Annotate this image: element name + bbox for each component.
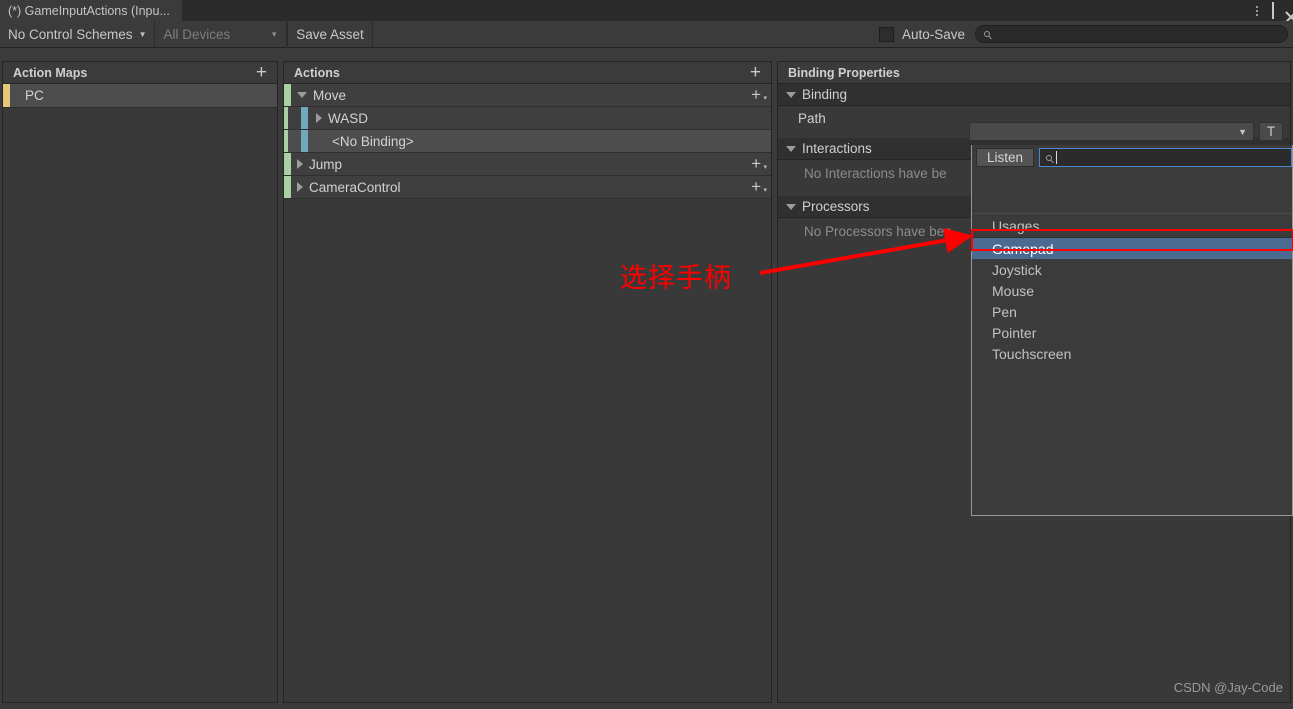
action-accent (284, 153, 291, 175)
chevron-down-icon: ▼ (138, 29, 147, 39)
window-tab[interactable]: (*) GameInputActions (Inpu... (0, 0, 182, 21)
path-text-mode-button[interactable]: T (1259, 122, 1283, 141)
add-binding-button[interactable]: + ▾ (751, 155, 771, 172)
action-accent (284, 84, 291, 106)
maximize-icon[interactable] (1272, 2, 1274, 19)
chevron-down-icon: ▼ (270, 29, 279, 39)
chevron-right-icon[interactable] (316, 113, 322, 123)
binding-properties-title: Binding Properties (788, 65, 900, 80)
listen-button[interactable]: Listen (976, 148, 1034, 167)
binding-accent (301, 130, 308, 152)
popup-item-joystick[interactable]: Joystick (972, 259, 1292, 280)
chevron-right-icon[interactable] (297, 182, 303, 192)
action-label: Move (313, 87, 347, 103)
main-toolbar: No Control Schemes ▼ All Devices ▼ Save … (0, 20, 1293, 48)
binding-properties-header: Binding Properties (778, 62, 1290, 84)
binding-section-header[interactable]: Binding (778, 84, 1290, 106)
popup-item-pen[interactable]: Pen (972, 301, 1292, 322)
listen-button-label: Listen (986, 150, 1024, 165)
binding-accent (301, 107, 308, 129)
popup-item-pointer[interactable]: Pointer (972, 322, 1292, 343)
action-row-cameracontrol[interactable]: CameraControl + ▾ (284, 176, 771, 199)
chevron-right-icon[interactable] (297, 159, 303, 169)
action-accent (284, 176, 291, 198)
binding-row-no-binding[interactable]: <No Binding> (284, 130, 771, 153)
auto-save-toggle[interactable]: Auto-Save (873, 21, 975, 48)
chevron-down-icon: ▼ (1238, 126, 1247, 137)
action-map-accent (3, 84, 10, 107)
action-map-label: PC (25, 88, 44, 103)
popup-toolbar: Listen (972, 145, 1292, 170)
action-row-jump[interactable]: Jump + ▾ (284, 153, 771, 176)
interactions-section-label: Interactions (802, 141, 872, 156)
actions-title: Actions (294, 65, 340, 80)
chevron-down-icon (786, 91, 796, 98)
save-asset-button[interactable]: Save Asset (287, 20, 373, 48)
add-action-map-button[interactable]: + (252, 63, 271, 82)
chevron-down-icon (786, 203, 796, 210)
auto-save-checkbox[interactable] (878, 26, 894, 42)
action-maps-panel: Action Maps + PC (2, 61, 278, 703)
control-schemes-label: No Control Schemes (8, 26, 133, 42)
binding-label: WASD (328, 110, 368, 126)
action-maps-header: Action Maps + (3, 62, 277, 84)
search-icon (984, 31, 990, 37)
popup-group-usages: Usages (972, 213, 1292, 238)
devices-dropdown[interactable]: All Devices ▼ (155, 20, 288, 48)
kebab-menu-icon[interactable] (1253, 5, 1261, 16)
toolbar-search-input[interactable] (975, 25, 1288, 43)
chevron-down-icon (786, 145, 796, 152)
binding-label: <No Binding> (332, 133, 414, 149)
popup-item-touchscreen[interactable]: Touchscreen (972, 343, 1292, 364)
actions-header: Actions + (284, 62, 771, 84)
popup-search-input[interactable] (1039, 148, 1292, 167)
t-button-label: T (1266, 124, 1276, 139)
path-label: Path (798, 110, 826, 126)
action-label: Jump (309, 156, 343, 172)
devices-label: All Devices (163, 26, 231, 42)
window-controls (1253, 0, 1289, 21)
path-dropdown[interactable]: ▼ (969, 122, 1254, 141)
binding-section-label: Binding (802, 87, 848, 102)
annotation-arrow-icon (760, 227, 973, 275)
action-maps-title: Action Maps (13, 65, 88, 80)
annotation-text: 选择手柄 (620, 263, 732, 294)
add-action-button[interactable]: + (746, 63, 765, 82)
chevron-down-icon[interactable] (297, 92, 307, 98)
action-map-item-pc[interactable]: PC (3, 84, 277, 108)
action-row-move[interactable]: Move + ▾ (284, 84, 771, 107)
window-tab-label: (*) GameInputActions (Inpu... (8, 3, 170, 18)
popup-item-mouse[interactable]: Mouse (972, 280, 1292, 301)
unity-input-actions-window: (*) GameInputActions (Inpu... No Control… (0, 0, 1293, 709)
binding-row-wasd[interactable]: WASD (284, 107, 771, 130)
action-accent (284, 130, 288, 152)
popup-spacer (972, 170, 1292, 213)
add-binding-button[interactable]: + ▾ (751, 86, 771, 103)
text-cursor (1056, 151, 1057, 164)
path-dropdown-popup: Listen Usages Gamepad Joystick Mouse Pen… (971, 145, 1293, 516)
window-titlebar: (*) GameInputActions (Inpu... (0, 0, 1293, 21)
processors-section-label: Processors (802, 199, 870, 214)
action-accent (284, 107, 288, 129)
watermark-text: CSDN @Jay-Code (1173, 680, 1283, 695)
search-icon (1046, 154, 1052, 161)
auto-save-label: Auto-Save (901, 26, 965, 42)
save-asset-label: Save Asset (296, 26, 364, 42)
control-schemes-dropdown[interactable]: No Control Schemes ▼ (0, 20, 156, 48)
add-binding-button[interactable]: + ▾ (751, 178, 771, 195)
popup-item-gamepad[interactable]: Gamepad (972, 238, 1292, 259)
actions-panel: Actions + Move + ▾ WASD <No Binding> Jum… (283, 61, 772, 703)
action-label: CameraControl (309, 179, 401, 195)
